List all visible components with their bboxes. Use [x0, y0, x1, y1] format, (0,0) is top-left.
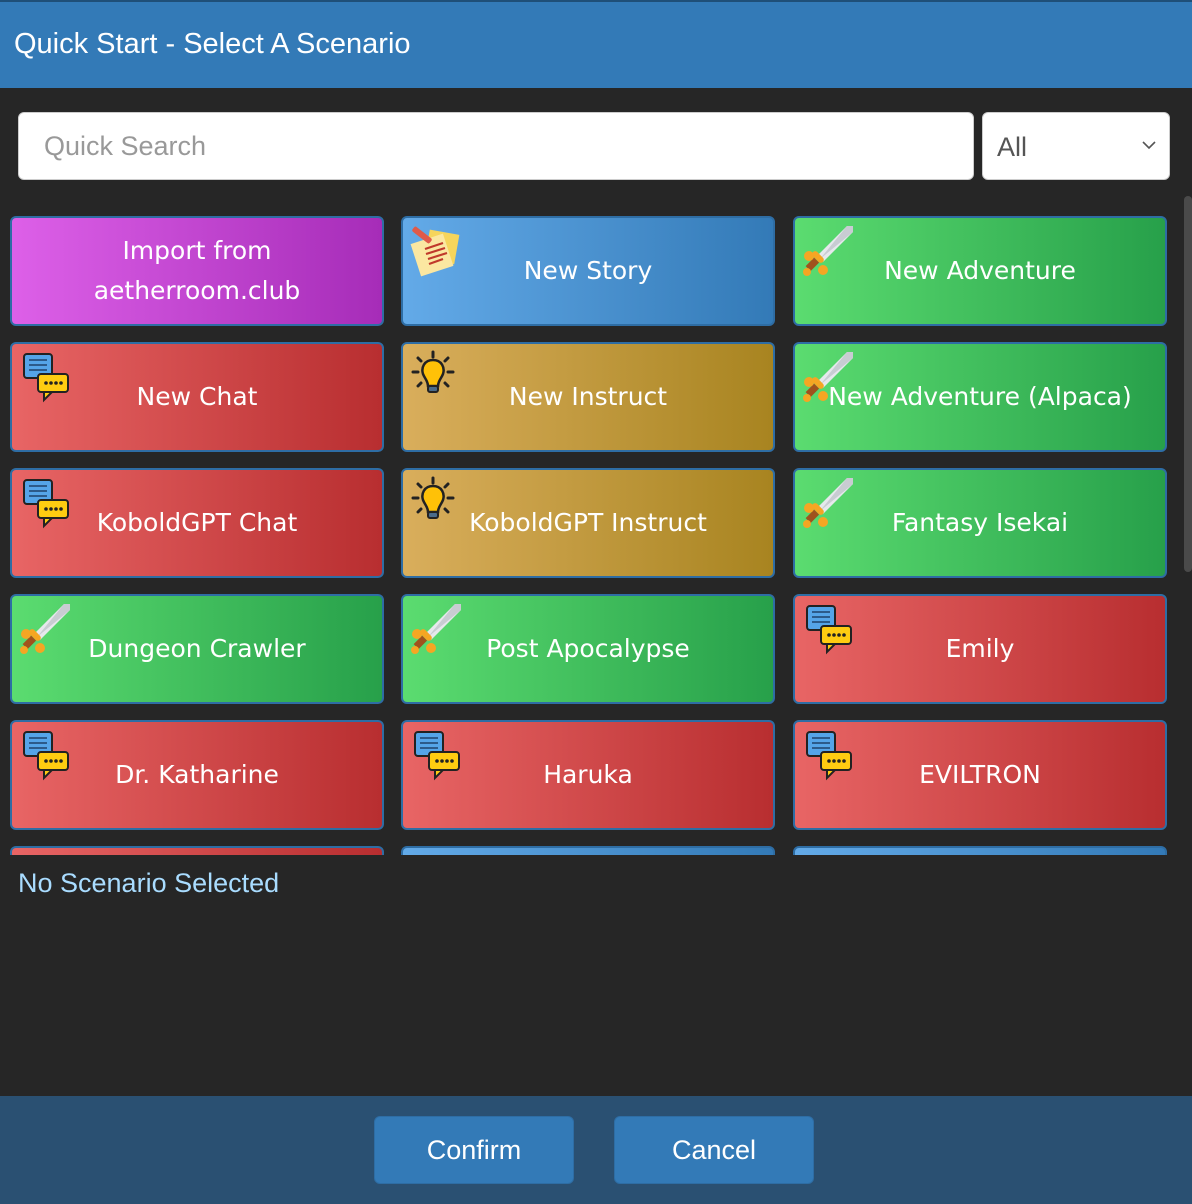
- dialog-title: Quick Start - Select A Scenario: [14, 28, 411, 60]
- scenario-label: New Adventure (Alpaca): [828, 382, 1132, 411]
- selected-scenario-status: No Scenario Selected: [18, 868, 280, 898]
- sword-icon: [18, 602, 72, 656]
- scenario-label: New Chat: [136, 382, 258, 411]
- scenario-label: KoboldGPT Instruct: [469, 508, 707, 537]
- scenario-card[interactable]: KoboldGPT Instruct: [401, 468, 775, 578]
- scenario-card[interactable]: EVILTRON: [793, 720, 1167, 830]
- scenario-label: Dr. Katharine: [115, 760, 279, 789]
- scenario-label: New Story: [523, 256, 653, 285]
- scenario-label: New Instruct: [508, 382, 668, 411]
- chat-bubbles-icon: [409, 728, 463, 782]
- scenario-label: Import from aetherroom.club: [93, 236, 301, 305]
- scenario-card[interactable]: Emily: [793, 594, 1167, 704]
- scenario-card[interactable]: Fantasy Isekai: [793, 468, 1167, 578]
- scenario-card[interactable]: New Story: [401, 216, 775, 326]
- scenario-label: EVILTRON: [919, 760, 1041, 789]
- chat-bubbles-icon: [18, 476, 72, 530]
- sword-icon: [801, 476, 855, 530]
- scenario-label: New Adventure: [884, 256, 1076, 285]
- scenario-card[interactable]: Dr. Katharine: [10, 720, 384, 830]
- scenario-card[interactable]: New Adventure: [793, 216, 1167, 326]
- chat-bubbles-icon: [18, 728, 72, 782]
- chevron-down-icon: [1142, 141, 1156, 150]
- scenario-card[interactable]: Post Apocalypse: [401, 594, 775, 704]
- scenario-card[interactable]: Dungeon Crawler: [10, 594, 384, 704]
- scenario-grid: Import from aetherroom.club New Story New …: [0, 196, 1178, 855]
- scenario-card[interactable]: KoboldGPT Chat: [10, 468, 384, 578]
- scenario-card[interactable]: Import from aetherroom.club: [10, 216, 384, 326]
- dialog-footer: Confirm Cancel: [0, 1096, 1192, 1204]
- chat-bubbles-icon: [801, 602, 855, 656]
- scenario-label: KoboldGPT Chat: [96, 508, 298, 537]
- chat-bubbles-icon: [801, 728, 855, 782]
- category-filter-select[interactable]: All: [982, 112, 1170, 180]
- scenario-label: Fantasy Isekai: [891, 508, 1069, 537]
- scenario-card[interactable]: New Adventure (Alpaca): [793, 342, 1167, 452]
- filter-selected-value: All: [997, 132, 1028, 162]
- sword-icon: [409, 602, 463, 656]
- sword-icon: [801, 224, 855, 278]
- scenario-label: Post Apocalypse: [486, 634, 690, 663]
- quick-search-input[interactable]: [18, 112, 974, 180]
- dialog-header: Quick Start - Select A Scenario: [0, 0, 1192, 88]
- confirm-button[interactable]: Confirm: [374, 1116, 574, 1184]
- scenario-label: Dungeon Crawler: [88, 634, 306, 663]
- scenario-card[interactable]: New Chat: [10, 342, 384, 452]
- chat-bubbles-icon: [18, 350, 72, 404]
- lightbulb-icon: [409, 350, 463, 404]
- scenario-label: Haruka: [543, 760, 633, 789]
- story-note-icon: [409, 224, 463, 278]
- scenario-label: Emily: [945, 634, 1015, 663]
- scenario-card[interactable]: New Instruct: [401, 342, 775, 452]
- scenario-card[interactable]: [793, 846, 1167, 855]
- scenario-card[interactable]: Haruka: [401, 720, 775, 830]
- cancel-button[interactable]: Cancel: [614, 1116, 814, 1184]
- grid-scrollbar[interactable]: [1184, 196, 1192, 572]
- lightbulb-icon: [409, 476, 463, 530]
- scenario-card[interactable]: [10, 846, 384, 855]
- scenario-card[interactable]: [401, 846, 775, 855]
